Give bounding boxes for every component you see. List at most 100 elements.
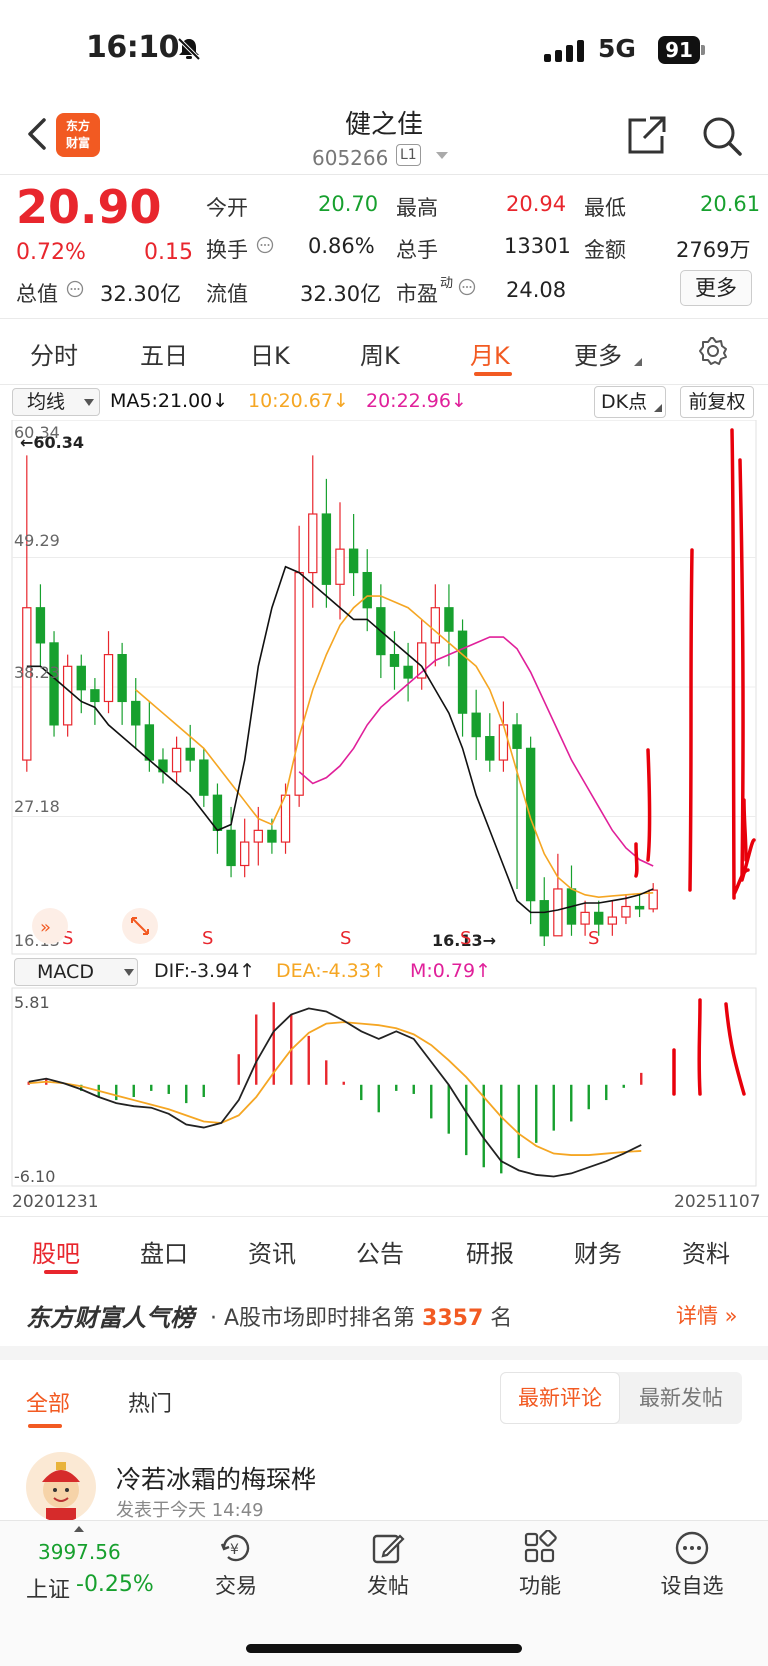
post-username[interactable]: 冷若冰霜的梅琛桦 (116, 1460, 316, 1496)
home-indicator (246, 1644, 522, 1653)
candle-body (362, 571, 372, 609)
more-quote-button[interactable]: 更多 (680, 270, 752, 306)
tab-guba[interactable]: 股吧 (32, 1234, 80, 1269)
popularity-brand: 东方财富人气榜 (26, 1304, 194, 1332)
tab-profile[interactable]: 资料 (682, 1234, 730, 1269)
pe-dynamic-tag: 动 (440, 276, 454, 291)
compose-icon[interactable] (370, 1530, 406, 1570)
total-cap-value: 32.30亿 (100, 282, 182, 306)
tab-all-posts[interactable]: 全部 (26, 1386, 70, 1418)
y-tick-3: 38.23 (14, 663, 60, 682)
y-tick-2: 49.29 (14, 531, 60, 550)
candle-body (253, 829, 263, 843)
more-dots-icon[interactable] (674, 1530, 710, 1570)
network-type: 5G (598, 34, 636, 63)
sort-latest-comment[interactable]: 最新评论 (500, 1372, 620, 1424)
kline-chart[interactable]: 60.34 49.29 38.23 27.18 16.13 ←60.34 16.… (0, 420, 768, 956)
pe-info-icon[interactable] (458, 278, 476, 300)
svg-text:»: » (40, 917, 51, 938)
sort-latest-post[interactable]: 最新发帖 (620, 1372, 742, 1424)
candle-body (239, 841, 250, 867)
volume-label: 总手 (396, 238, 438, 262)
turnover-label: 换手 (206, 238, 248, 262)
tab-announcements[interactable]: 公告 (356, 1234, 404, 1269)
candle-body (171, 747, 182, 773)
amount-label: 金额 (584, 238, 626, 262)
tab-five-day[interactable]: 五日 (140, 336, 188, 371)
macd-selector-caret-icon (124, 969, 134, 976)
tab-monthly-k[interactable]: 月K (470, 336, 510, 371)
high-label: 最高 (396, 196, 438, 220)
candle-body (485, 736, 495, 761)
macd-chart[interactable]: 5.81 -6.10 (0, 986, 768, 1190)
low-value: 20.61 (700, 192, 761, 216)
tab-intraday[interactable]: 分时 (30, 336, 78, 371)
index-value[interactable]: 3997.56 (38, 1540, 121, 1564)
tab-research[interactable]: 研报 (466, 1234, 514, 1269)
sell-signal-5: S (588, 928, 599, 949)
candle-body (131, 700, 141, 726)
tab-finance[interactable]: 财务 (574, 1234, 622, 1269)
index-expand-icon[interactable] (74, 1526, 84, 1532)
more-periods-caret-icon (634, 358, 642, 366)
open-label: 今开 (206, 196, 248, 220)
tab-daily-k[interactable]: 日K (250, 336, 290, 371)
settings-gear-icon[interactable] (698, 336, 728, 370)
index-name[interactable]: 上证 (26, 1572, 70, 1604)
turnover-info-icon[interactable] (256, 236, 274, 258)
share-icon[interactable] (624, 114, 668, 162)
adjust-button[interactable]: 前复权 (680, 386, 754, 418)
candle-body (430, 607, 441, 644)
dk-point-button[interactable]: DK点 (594, 386, 666, 418)
dk-caret-icon (654, 404, 662, 412)
quote-level-badge[interactable]: L1 (396, 144, 421, 166)
nav-functions[interactable]: 功能 (495, 1570, 585, 1600)
svg-text:¥: ¥ (230, 1542, 239, 1558)
candle-body (294, 571, 304, 796)
functions-grid-icon[interactable] (522, 1529, 558, 1570)
avatar[interactable] (26, 1452, 96, 1522)
macd-selector[interactable]: MACD (14, 958, 138, 986)
popularity-rank: 3357 (422, 1306, 484, 1331)
candle-body (90, 689, 100, 703)
macd-y-bottom: -6.10 (14, 1167, 55, 1186)
candle-body (471, 712, 481, 738)
tab-weekly-k[interactable]: 周K (360, 336, 400, 371)
stock-code: 605266 (312, 146, 389, 170)
float-cap-label: 流值 (206, 282, 248, 306)
candle-body (267, 829, 277, 843)
nav-post[interactable]: 发帖 (343, 1570, 433, 1600)
nav-trade[interactable]: 交易 (191, 1570, 281, 1600)
pe-label: 市盈 (396, 282, 438, 306)
signal-bars-icon (544, 40, 588, 66)
nav-watchlist[interactable]: 设自选 (647, 1570, 737, 1600)
turnover-value: 0.86% (308, 234, 375, 258)
trade-icon[interactable]: ¥ (218, 1530, 254, 1570)
candle-body (103, 654, 114, 703)
search-icon[interactable] (700, 114, 744, 162)
active-section-underline (44, 1270, 78, 1274)
tab-more-periods[interactable]: 更多 (574, 336, 622, 371)
status-time: 16:10 (86, 30, 180, 65)
change-percent: 0.72% (16, 240, 86, 265)
sell-signal-2: S (202, 928, 213, 949)
divider (0, 318, 768, 319)
tab-hot-posts[interactable]: 热门 (128, 1386, 172, 1418)
active-period-underline (474, 372, 512, 376)
change-amount: 0.15 (144, 240, 193, 265)
candle-body (634, 905, 645, 910)
index-change[interactable]: -0.25% (76, 1572, 154, 1597)
candle-body (607, 916, 618, 925)
candle-body (22, 607, 32, 761)
tab-pankou[interactable]: 盘口 (140, 1234, 188, 1269)
level-dropdown-icon[interactable] (436, 152, 448, 159)
sell-signal-4: S (460, 928, 471, 949)
divider (0, 1216, 768, 1217)
total-cap-info-icon[interactable] (66, 280, 84, 302)
candle-body (403, 665, 413, 679)
tab-news[interactable]: 资讯 (248, 1234, 296, 1269)
ma-selector-caret-icon (84, 399, 94, 406)
candle-body (580, 911, 590, 925)
popularity-detail-link[interactable]: 详情 » (676, 1300, 738, 1330)
macd-m-value: M:0.79↑ (410, 960, 492, 982)
